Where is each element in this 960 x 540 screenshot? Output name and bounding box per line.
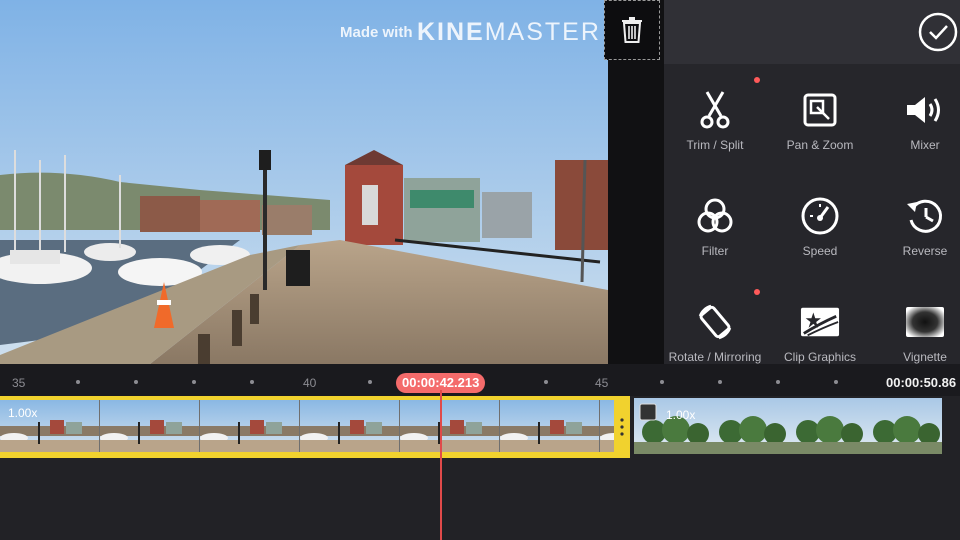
ruler-dot <box>192 380 196 384</box>
clip-thumbnails <box>0 400 614 452</box>
pan-zoom-icon <box>800 90 840 130</box>
trash-icon <box>622 17 642 43</box>
selected-video-clip[interactable]: 1.00x <box>0 396 630 458</box>
clip-graphics-icon <box>800 302 840 342</box>
new-badge-dot <box>754 289 760 295</box>
tool-speed[interactable]: Speed <box>765 176 875 266</box>
watermark-prefix: Made with <box>340 24 413 41</box>
video-preview[interactable]: Made with KINEMASTER <box>0 0 608 364</box>
speedometer-icon <box>800 196 840 236</box>
scissors-icon <box>695 90 735 130</box>
ruler-dot <box>544 380 548 384</box>
vignette-icon <box>905 302 945 342</box>
tool-trim-split[interactable]: Trim / Split <box>660 70 770 160</box>
clip-speed-label: 1.00x <box>8 406 38 420</box>
video-clip[interactable]: 1.00x <box>634 398 942 454</box>
ruler-dot <box>718 380 722 384</box>
reverse-icon <box>905 196 945 236</box>
rotate-icon <box>695 302 735 342</box>
kinemaster-watermark: Made with KINEMASTER <box>340 18 601 47</box>
ruler-dot <box>250 380 254 384</box>
ruler-label: 35 <box>12 376 26 390</box>
tool-reverse[interactable]: Reverse <box>870 176 960 266</box>
clip-speed-label: 1.00x <box>666 408 696 422</box>
new-badge-dot <box>754 77 760 83</box>
tool-label: Vignette <box>903 350 947 364</box>
ruler-dot <box>76 380 80 384</box>
ruler-label: 45 <box>595 376 609 390</box>
ruler-dot <box>368 380 372 384</box>
tool-filter[interactable]: Filter <box>660 176 770 266</box>
drag-handle-icon <box>620 418 624 436</box>
speaker-icon <box>905 90 945 130</box>
clip-trim-handle[interactable] <box>614 396 630 458</box>
total-duration: 00:00:50.86 <box>886 375 957 390</box>
ruler-label: 40 <box>303 376 317 390</box>
watermark-brand-bold: KINE <box>416 18 485 46</box>
clip-type-icon <box>639 403 657 421</box>
ruler-dot <box>776 380 780 384</box>
tool-pan-zoom[interactable]: Pan & Zoom <box>765 70 875 160</box>
preview-frame-image <box>0 0 608 364</box>
playhead-line[interactable] <box>440 390 442 540</box>
clip-thumbnails <box>634 398 942 454</box>
filter-icon <box>695 196 735 236</box>
tool-vignette[interactable]: Vignette <box>870 282 960 372</box>
ruler-dot <box>134 380 138 384</box>
watermark-brand-rest: MASTER <box>484 18 601 46</box>
ruler-dot <box>660 380 664 384</box>
ruler-dot <box>834 380 838 384</box>
tool-rotate-mirroring[interactable]: Rotate / Mirroring <box>660 282 770 372</box>
tool-clip-graphics[interactable]: Clip Graphics <box>765 282 875 372</box>
delete-button[interactable] <box>604 0 660 60</box>
tool-label: Reverse <box>902 244 948 258</box>
tool-mixer[interactable]: Mixer <box>870 70 960 160</box>
tool-label: Mixer <box>910 138 940 152</box>
done-button[interactable] <box>918 12 958 52</box>
panel-header <box>664 0 960 64</box>
checkmark-circle-icon <box>918 12 958 52</box>
